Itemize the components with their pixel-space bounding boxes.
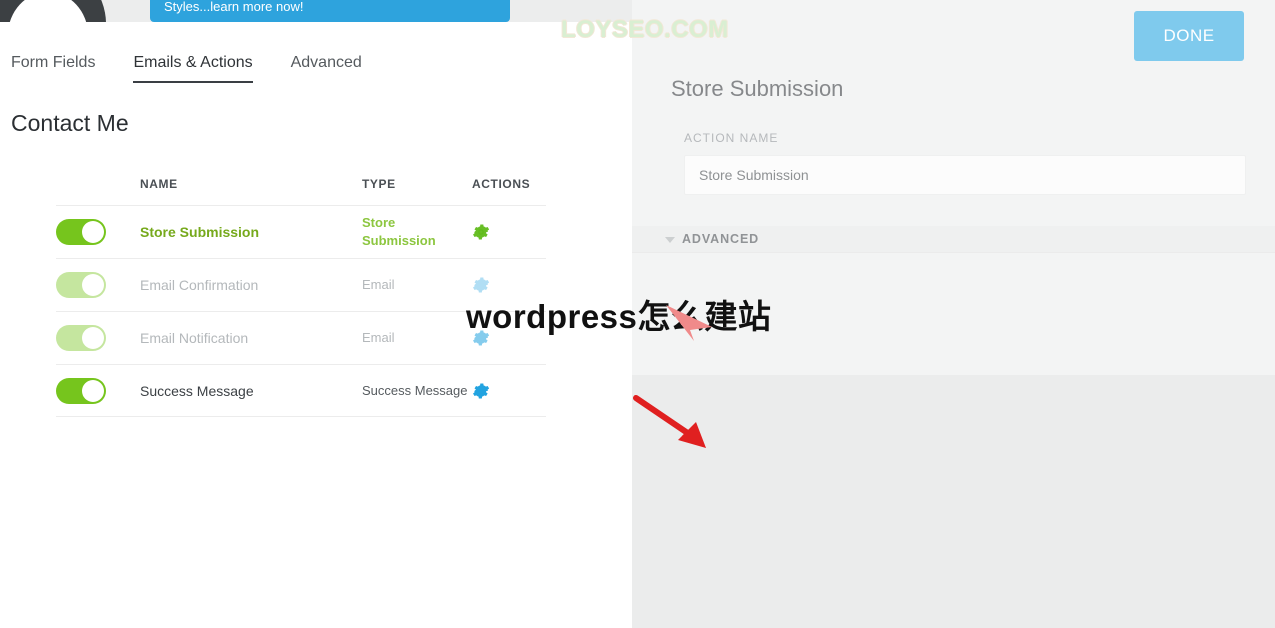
ninja-mascot-icon	[0, 0, 106, 22]
panel-title: Store Submission	[671, 76, 844, 101]
row-actions	[472, 382, 546, 400]
toggle-store-submission[interactable]	[56, 219, 106, 245]
row-name: Email Confirmation	[140, 277, 259, 293]
row-toggle-cell	[56, 325, 140, 351]
row-name: Success Message	[140, 382, 254, 399]
advanced-section-header[interactable]: ADVANCED	[632, 226, 1275, 253]
tab-bar: Form Fields Emails & Actions Advanced	[0, 54, 400, 83]
chevron-down-icon	[665, 237, 675, 243]
tab-form-fields[interactable]: Form Fields	[11, 54, 95, 83]
toggle-email-confirmation[interactable]	[56, 272, 106, 298]
action-name-input[interactable]	[684, 155, 1246, 195]
row-type: Success Message	[362, 382, 468, 398]
row-actions	[472, 329, 546, 347]
action-name-label: ACTION NAME	[684, 131, 779, 145]
header-actions: ACTIONS	[472, 177, 531, 191]
row-toggle-cell	[56, 219, 140, 245]
row-name: Email Notification	[140, 330, 249, 346]
advanced-section-label: ADVANCED	[682, 232, 760, 246]
promo-tooltip[interactable]: Styles...learn more now!	[150, 0, 510, 22]
row-name: Store Submission	[140, 224, 260, 240]
row-actions	[472, 223, 546, 241]
gear-icon[interactable]	[472, 223, 490, 241]
row-type: Store Submission	[362, 215, 436, 248]
header-type: TYPE	[362, 177, 396, 191]
gear-icon[interactable]	[472, 382, 490, 400]
row-toggle-cell	[56, 377, 140, 404]
tab-emails-actions[interactable]: Emails & Actions	[133, 54, 253, 83]
app-screenshot: Styles...learn more now! Form Fields Ema…	[0, 0, 1275, 628]
header-toggle	[56, 177, 140, 191]
page-title: Contact Me	[11, 110, 129, 136]
table-header-row: NAME TYPE ACTIONS	[56, 177, 546, 205]
row-toggle-cell	[56, 272, 140, 298]
action-settings-panel: DONE Store Submission ACTION NAME ADVANC…	[632, 0, 1275, 628]
table-row[interactable]: Email Confirmation Email	[56, 258, 546, 311]
actions-table: NAME TYPE ACTIONS Store Submission Store…	[56, 177, 546, 417]
tab-advanced[interactable]: Advanced	[291, 54, 362, 83]
header-name: NAME	[140, 177, 178, 191]
row-actions	[472, 276, 546, 294]
table-row[interactable]: Store Submission Store Submission	[56, 205, 546, 258]
done-button[interactable]: DONE	[1134, 11, 1244, 61]
row-type: Email	[362, 277, 395, 292]
table-row[interactable]: Success Message Success Message	[56, 364, 546, 417]
table-row[interactable]: Email Notification Email	[56, 311, 546, 364]
toggle-email-notification[interactable]	[56, 325, 106, 351]
left-panel: Form Fields Emails & Actions Advanced Co…	[0, 22, 632, 628]
toggle-success-message[interactable]	[56, 377, 106, 404]
gear-icon[interactable]	[472, 329, 490, 347]
row-type: Email	[362, 330, 395, 345]
top-strip: Styles...learn more now!	[0, 0, 632, 22]
gear-icon[interactable]	[472, 276, 490, 294]
